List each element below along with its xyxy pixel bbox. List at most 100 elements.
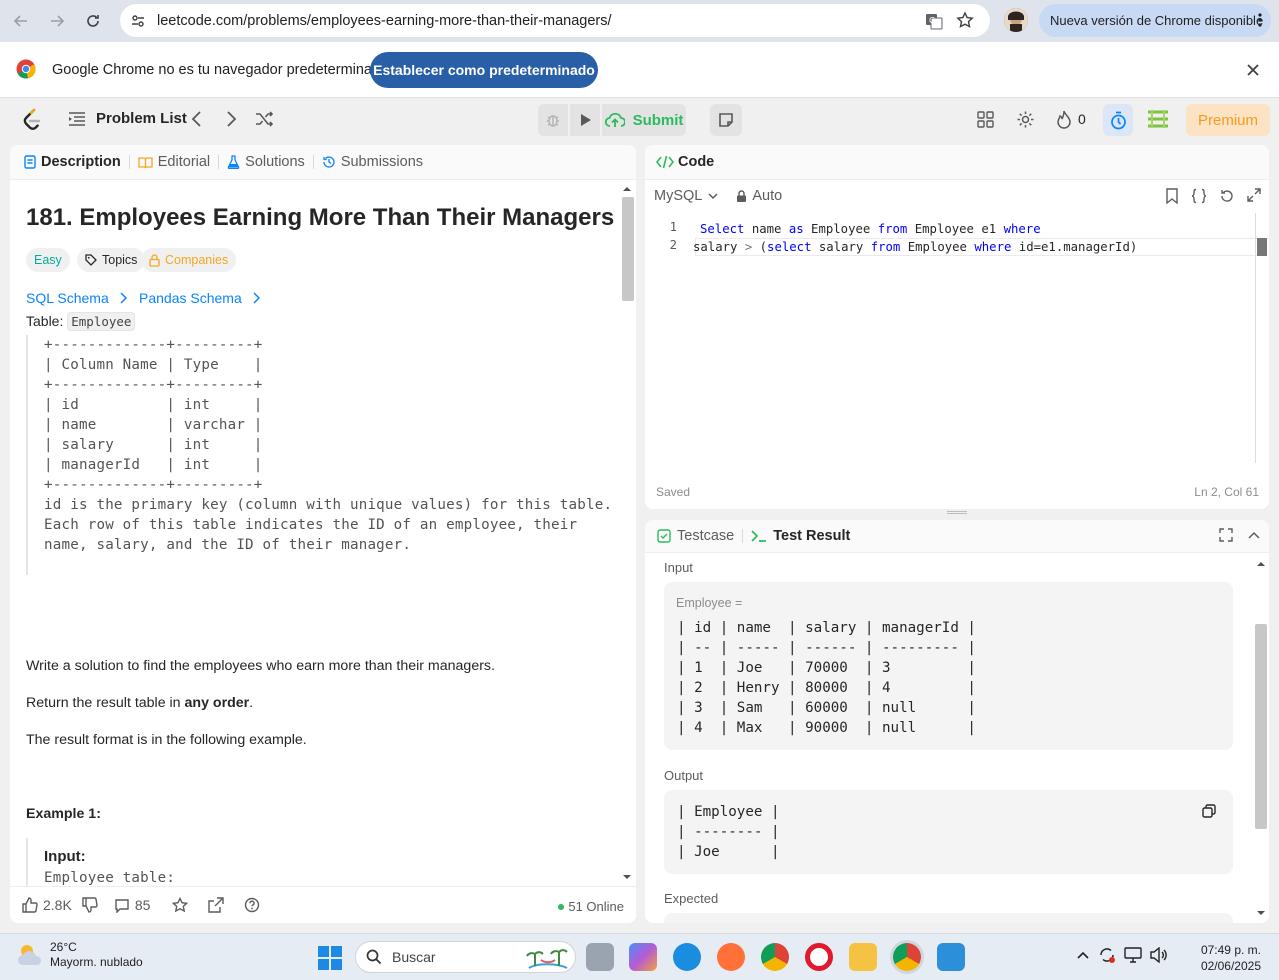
submit-button[interactable]: Submit [602,104,686,136]
collapse-button[interactable] [1247,528,1261,542]
sql-schema-link[interactable]: SQL Schema [26,290,127,306]
tab-editorial-label: Editorial [157,154,211,170]
panel-splitter-handle[interactable] [947,511,967,514]
tray-overflow-button[interactable] [1076,950,1090,960]
edge-app[interactable] [673,943,701,971]
description-content[interactable]: 181. Employees Earning More Than Their M… [10,180,620,886]
network-button[interactable] [1124,947,1142,963]
input-variable-label: Employee = [676,596,743,610]
forward-button[interactable] [42,6,72,36]
chrome-update-button[interactable]: Nueva versión de Chrome disponible [1039,4,1271,37]
code-editor[interactable]: 1 Select name as Employee from Employee e… [645,213,1269,473]
timer-button[interactable] [1103,104,1133,136]
temperature: 26°C [50,940,77,954]
tab-testcase[interactable]: Testcase [657,528,734,544]
auto-mode-label: Auto [752,188,783,204]
code-line[interactable]: salary > (select salary from Employee wh… [693,238,1137,256]
format-button[interactable] [1191,188,1207,204]
example-heading: Example 1: [26,806,101,822]
chrome-app-active[interactable] [893,943,921,971]
network-icon [1124,947,1142,963]
taskbar-clock[interactable]: 07:49 p. m. 02/06/2025 [1201,942,1261,974]
format-text: The result format is in the following ex… [26,732,307,748]
like-button[interactable]: 2.8K [22,897,72,913]
pandas-schema-link[interactable]: Pandas Schema [139,290,260,306]
sync-button[interactable] [1098,946,1116,964]
back-button[interactable] [6,6,36,36]
settings-gear-icon[interactable] [1016,110,1035,129]
companies-button[interactable]: Companies [141,248,237,272]
streak-fire-icon[interactable] [1056,110,1072,129]
bookmark-star-icon[interactable] [956,11,974,29]
chrome-profile-app[interactable] [761,943,789,971]
shuffle-icon[interactable] [255,110,273,128]
auto-mode[interactable]: Auto [736,188,782,204]
tab-submissions[interactable]: Submissions [322,154,423,170]
set-default-button[interactable]: Establecer como predeterminado [370,52,598,88]
scrollbar-thumb[interactable] [622,197,634,301]
profile-avatar[interactable] [1004,8,1028,32]
topics-button[interactable]: Topics [77,248,146,272]
dislike-button[interactable] [82,897,98,913]
submit-label: Submit [632,111,684,129]
problem-title[interactable]: 181. Employees Earning More Than Their M… [26,204,614,232]
curly-braces-icon [1191,188,1207,204]
tab-divider [218,155,220,169]
address-bar[interactable]: leetcode.com/problems/employees-earning-… [120,4,990,37]
language-select[interactable]: MySQL [654,188,718,204]
browser-toolbar: leetcode.com/problems/employees-earning-… [0,0,1279,42]
expand-icon [1247,188,1261,202]
code-tab-label: Code [678,154,715,170]
chevron-right-icon[interactable] [224,110,238,128]
code-tab[interactable]: Code [645,145,1269,180]
firefox-app[interactable] [717,943,745,971]
maximize-button[interactable] [1219,528,1233,542]
translate-icon[interactable]: G [925,12,943,30]
reload-button[interactable] [78,6,108,36]
tab-test-result[interactable]: Test Result [751,528,850,544]
help-button[interactable] [244,897,260,913]
avatar-icon [1004,8,1028,32]
schema-text: +-------------+---------+ | Column Name … [44,337,613,553]
online-count: 51 Online [558,899,624,914]
layout-icon[interactable] [977,111,994,128]
windows-start-icon[interactable] [318,946,342,970]
tab-divider [312,155,314,169]
tab-solutions[interactable]: Solutions [227,154,305,170]
copilot-app[interactable] [629,943,657,971]
weather-text: 26°C Mayorm. nublado [50,940,143,970]
book-icon [138,156,153,168]
url-text: leetcode.com/problems/employees-earning-… [157,12,612,29]
weather-widget[interactable]: 26°C Mayorm. nublado [16,940,143,970]
tab-description[interactable]: Description [24,154,121,170]
premium-button[interactable]: Premium [1186,104,1270,136]
dsa-ladder-icon[interactable] [1146,108,1170,130]
output-label: Output [664,768,704,783]
comments-button[interactable]: 85 [114,897,150,913]
clock-date: 02/06/2025 [1200,959,1261,973]
task-view-app[interactable] [586,943,614,971]
opera-app[interactable] [805,943,833,971]
run-button[interactable] [570,104,600,136]
reset-button[interactable] [1219,188,1235,204]
code-token: from [870,240,901,254]
tab-editorial[interactable]: Editorial [138,154,210,170]
file-explorer-app[interactable] [849,943,877,971]
leetcode-logo-icon[interactable] [22,108,42,132]
close-icon[interactable] [1244,61,1262,79]
problem-list-button[interactable]: Problem List [68,110,187,127]
notes-button[interactable] [710,104,742,136]
taskbar-search[interactable]: Buscar [355,941,576,973]
vscode-app[interactable] [937,943,965,971]
expand-button[interactable] [1247,188,1261,204]
volume-button[interactable] [1150,947,1168,963]
share-button[interactable] [208,897,225,913]
copy-icon[interactable] [1202,804,1216,818]
scrollbar-thumb[interactable] [1255,624,1267,829]
bookmark-button[interactable] [1165,188,1179,204]
chevron-left-icon[interactable] [190,110,204,128]
debug-button[interactable] [538,104,568,136]
code-line[interactable]: Select name as Employee from Employee e1… [700,220,1041,238]
undo-icon [1221,190,1233,202]
favorite-button[interactable] [172,897,189,913]
